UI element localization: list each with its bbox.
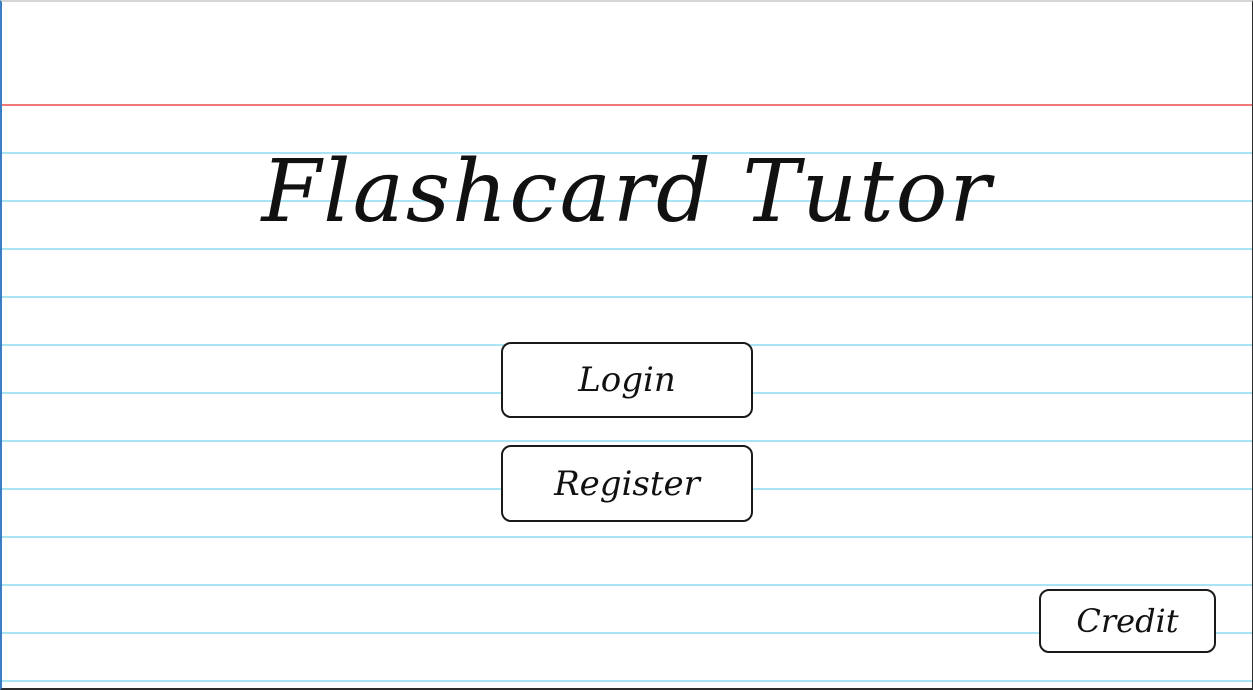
ruled-line bbox=[2, 584, 1252, 586]
ruled-line bbox=[2, 248, 1252, 250]
ruled-line bbox=[2, 440, 1252, 442]
login-button[interactable]: Login bbox=[501, 342, 753, 418]
register-button[interactable]: Register bbox=[501, 445, 753, 522]
app-title: Flashcard Tutor bbox=[261, 142, 993, 242]
credit-button[interactable]: Credit bbox=[1039, 589, 1216, 653]
ruled-line bbox=[2, 680, 1252, 682]
header-rule-line bbox=[2, 104, 1252, 106]
index-card-background: Flashcard Tutor Login Register Credit bbox=[0, 0, 1253, 690]
ruled-line bbox=[2, 296, 1252, 298]
ruled-line bbox=[2, 536, 1252, 538]
